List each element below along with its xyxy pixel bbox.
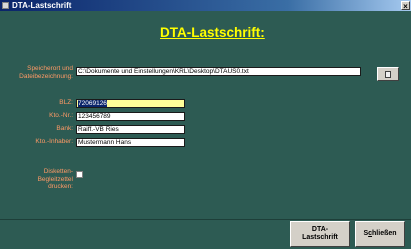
storage-label: Speicherort und Dateibezeichnung: (19, 65, 73, 80)
dta-form: DTA-Lastschrift: Speicherort und Dateibe… (0, 11, 411, 249)
window-close-button[interactable]: × (401, 1, 410, 11)
blz-value: 72069126 (78, 100, 107, 107)
bank-label: Bank: (56, 125, 73, 132)
blz-field[interactable]: 72069126 (76, 99, 185, 108)
dta-button-line2: Lastschrift (302, 234, 338, 241)
close-button-label: Schließen (363, 230, 397, 237)
close-button[interactable]: Schließen (355, 221, 405, 247)
dta-lastschrift-button[interactable]: DTA- Lastschrift (290, 221, 350, 247)
form-heading: DTA-Lastschrift: (160, 25, 265, 40)
account-holder-label: Kto.-Inhaber: (35, 138, 73, 145)
folder-icon (385, 71, 391, 78)
app-icon (2, 2, 9, 9)
print-slip-label: Disketten-Begleitzettel drucken: (37, 168, 73, 190)
blz-label: BLZ: (59, 99, 73, 106)
storage-path-field[interactable]: C:\Dokumente und Einstellungen\KRL\Deskt… (76, 67, 361, 76)
browse-button[interactable] (377, 67, 399, 81)
bank-field[interactable]: Raiff.-VB Ries (76, 125, 185, 134)
account-holder-field[interactable]: Mustermann Hans (76, 138, 185, 147)
window-title: DTA-Lastschrift (12, 1, 72, 10)
window-titlebar: DTA-Lastschrift × (0, 0, 411, 11)
dta-button-line1: DTA- (311, 226, 329, 233)
print-slip-checkbox[interactable] (76, 171, 83, 178)
account-no-label: Kto.-Nr.: (49, 112, 73, 119)
account-no-field[interactable]: 123456789 (76, 112, 185, 121)
footer-divider (0, 219, 411, 220)
